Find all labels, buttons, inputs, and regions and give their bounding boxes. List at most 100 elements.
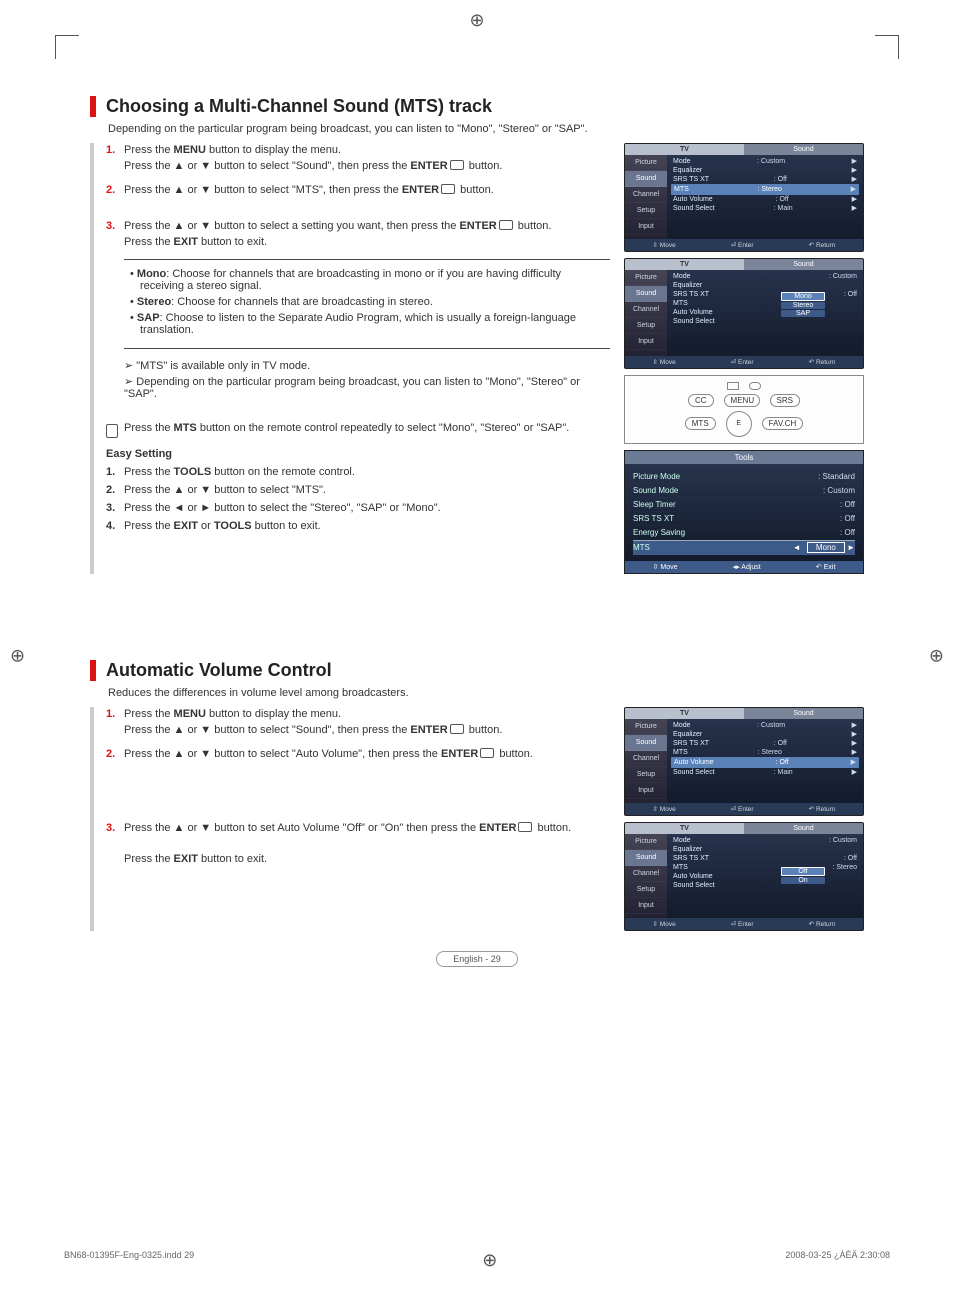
text: button to exit. <box>252 520 321 532</box>
osd-foot: Move <box>660 921 676 928</box>
step-number: 1. <box>106 707 124 739</box>
text: Press the ◄ or ► button to select the "S… <box>124 502 441 514</box>
osd-k: Auto Volume <box>673 872 713 881</box>
chevron-right-icon: ▶ <box>852 721 857 730</box>
osd-sound-mts: TV Sound Picture Sound Channel Setup Inp… <box>624 143 864 252</box>
osd-k: SRS TS XT <box>673 175 709 184</box>
chevron-right-icon: ▶ <box>852 204 857 213</box>
remote-illustration: CC MENU SRS MTS E FAV.CH <box>624 375 864 444</box>
osd-tab-sound: Sound <box>744 144 863 155</box>
bullet-mono: • Mono: Choose for channels that are bro… <box>128 268 606 292</box>
text: button. <box>534 822 571 834</box>
osd-v: : Off <box>776 195 789 204</box>
text: Press the ▲ or ▼ button to select "Sound… <box>124 724 410 736</box>
chevron-right-icon: ▶ <box>852 175 857 184</box>
tools-k: Sound Mode <box>633 485 678 496</box>
osd-sound-autovol-popup: TV Sound Picture Sound Channel Setup Inp… <box>624 822 864 931</box>
text: Exit <box>824 564 836 571</box>
osd-k: MTS <box>673 299 688 308</box>
osd-k: Sound Select <box>673 317 715 326</box>
osd-foot: Move <box>660 242 676 249</box>
osd-k: Mode <box>673 836 691 845</box>
text: Press the ▲ or ▼ button to select a sett… <box>124 220 459 232</box>
osd-k: SRS TS XT <box>673 739 709 748</box>
enter-icon <box>480 748 494 758</box>
bullet-stereo: • Stereo: Choose for channels that are b… <box>128 296 606 308</box>
chevron-right-icon: ▶ <box>851 758 856 767</box>
note-1: ➢ "MTS" is available only in TV mode. <box>124 359 610 372</box>
osd-tab-tv: TV <box>625 144 744 155</box>
bold: EXIT <box>174 853 198 865</box>
osd-foot: Move <box>660 806 676 813</box>
bold: ENTER <box>410 160 447 172</box>
osd-k: SRS TS XT <box>673 290 709 299</box>
osd-tab-sound: Sound <box>744 259 863 270</box>
text: Press the <box>124 422 174 434</box>
osd-v: : Main <box>774 204 793 213</box>
text: E <box>736 420 741 427</box>
num: 2. <box>106 484 124 496</box>
step-2: 2. Press the ▲ or ▼ button to select "MT… <box>106 183 610 199</box>
num: 4. <box>106 520 124 532</box>
osd-foot: Move <box>660 359 676 366</box>
osd-footer: ⇳ Move ⏎ Enter ↶ Return <box>625 239 863 251</box>
remote-btn-mts: MTS <box>685 417 716 430</box>
osd-k: Equalizer <box>673 281 702 290</box>
bold: MTS <box>174 422 197 434</box>
section2-left-column: 1. Press the MENU button to display the … <box>90 707 610 931</box>
osd-v: : Custom <box>757 721 785 730</box>
osd-side-setup: Setup <box>625 318 667 334</box>
osd-side-sound: Sound <box>625 171 667 187</box>
osd-k: Mode <box>673 272 691 281</box>
tools-v: : Off <box>840 513 855 524</box>
osd-side-sound: Sound <box>625 850 667 866</box>
step-number: 2. <box>106 747 124 763</box>
osd-side-input: Input <box>625 334 667 350</box>
text: Press the <box>124 853 174 865</box>
tools-k: Sleep Timer <box>633 499 676 510</box>
osd-foot: Return <box>816 242 836 249</box>
osd-k: Mode <box>673 721 691 730</box>
page-number-pill: English - 29 <box>436 951 518 967</box>
oval-icon <box>749 382 761 390</box>
osd-foot: Enter <box>738 806 754 813</box>
bold: ENTER <box>402 184 439 196</box>
num: 1. <box>106 466 124 478</box>
osd-side-channel: Channel <box>625 187 667 203</box>
remote-btn-cc: CC <box>688 394 714 407</box>
osd-v: : Off <box>774 739 787 748</box>
osd-k: SRS TS XT <box>673 854 709 863</box>
bold: ENTER <box>441 748 478 760</box>
osd-foot: Enter <box>738 359 754 366</box>
text: Press the ▲ or ▼ button to select "Auto … <box>124 748 441 760</box>
bold: Mono <box>137 268 166 280</box>
page-footer: English - 29 <box>90 951 864 967</box>
text: : Choose for channels that are broadcast… <box>171 296 433 308</box>
chevron-right-icon: ▶ <box>852 768 857 777</box>
section2-intro: Reduces the differences in volume level … <box>108 687 864 699</box>
step-1: 1. Press the MENU button to display the … <box>106 707 610 739</box>
tools-footer: ⇳ Move ◂▸ Adjust ↶ Exit <box>625 561 863 573</box>
osd-k: Sound Select <box>673 881 715 890</box>
text: Press the <box>124 236 174 248</box>
osd-tools: Tools Picture Mode: Standard Sound Mode:… <box>624 450 864 574</box>
text: button on the remote control. <box>211 466 355 478</box>
osd-side-setup: Setup <box>625 203 667 219</box>
tools-v: : Off <box>840 527 855 538</box>
print-date: 2008-03-25 ¿ÀÈÄ 2:30:08 <box>785 1250 890 1271</box>
tools-k-mts: MTS <box>633 542 650 553</box>
text: button to display the menu. <box>206 708 341 720</box>
regmark-top: ⊕ <box>469 10 484 31</box>
osd-opt-sap: SAP <box>781 310 825 317</box>
osd-k: Equalizer <box>673 730 702 739</box>
remote-icon <box>106 424 118 438</box>
text: button. <box>457 184 494 196</box>
osd-side-input: Input <box>625 219 667 235</box>
tools-k: Picture Mode <box>633 471 680 482</box>
osd-footer: ⇳ Move ⏎ Enter ↶ Return <box>625 356 863 368</box>
step-1: 1. Press the MENU button to display the … <box>106 143 610 175</box>
step-number: 2. <box>106 183 124 199</box>
tools-v: : Off <box>840 499 855 510</box>
osd-side-input: Input <box>625 898 667 914</box>
remote-btn-menu: MENU <box>724 394 760 407</box>
